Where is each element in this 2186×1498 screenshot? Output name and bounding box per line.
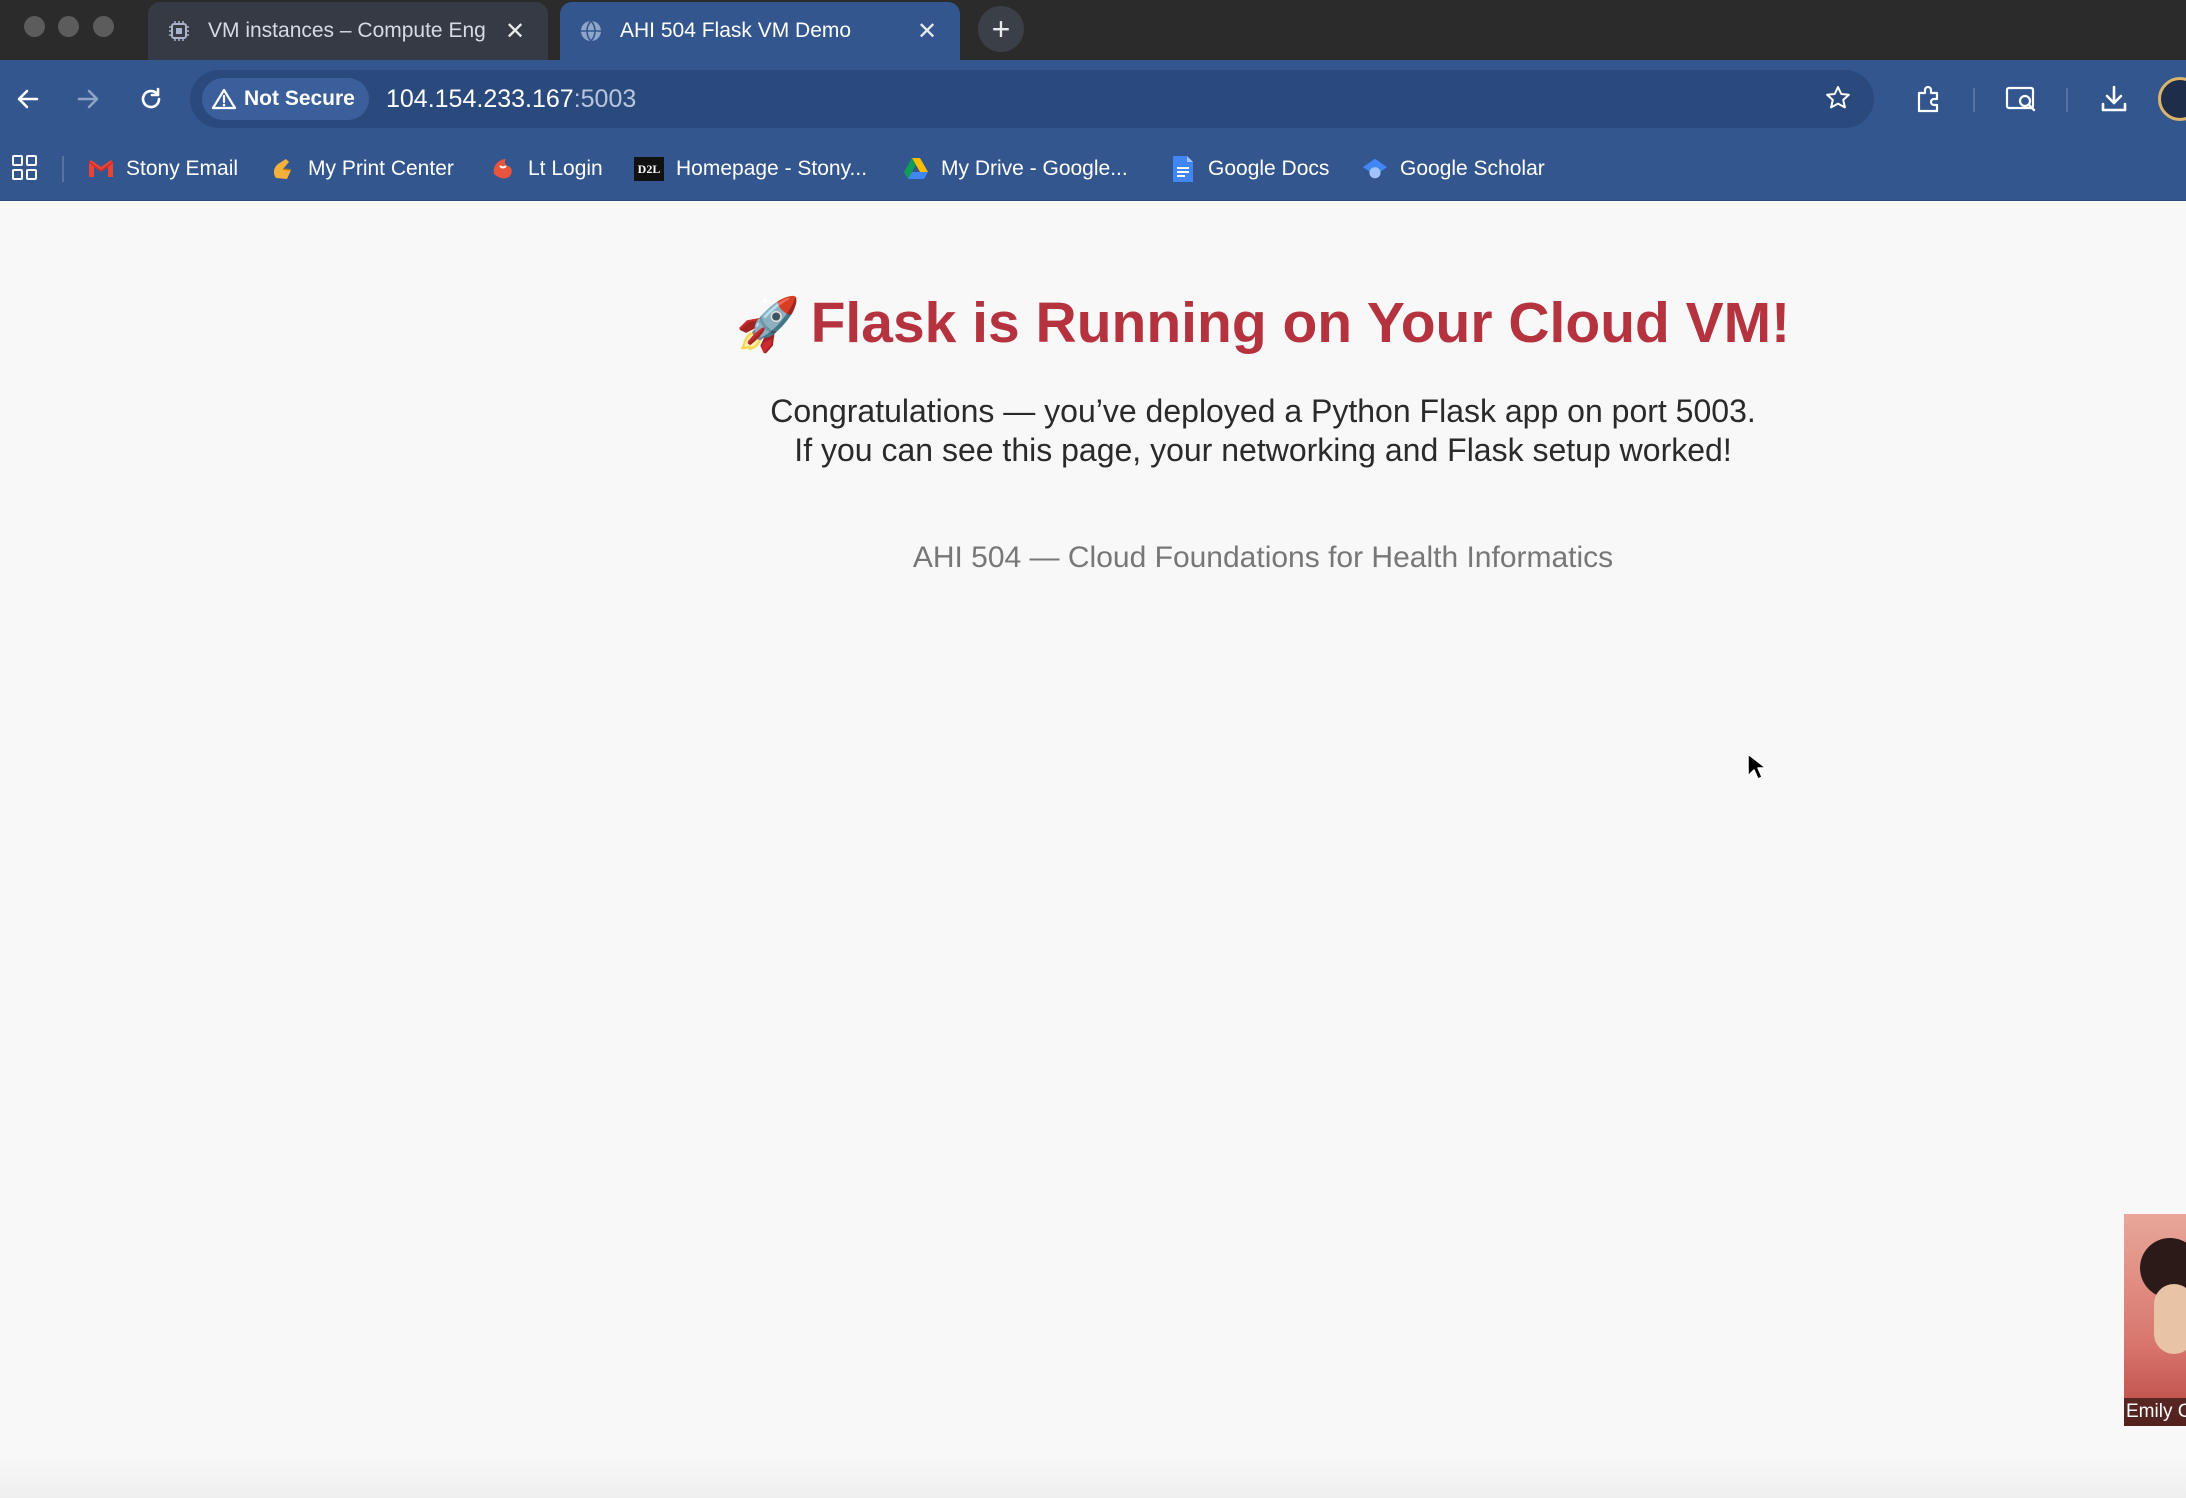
webcam-face (2154, 1284, 2186, 1354)
bookmark-my-print-center[interactable]: My Print Center (270, 151, 454, 187)
security-label: Not Secure (244, 87, 355, 110)
url-port: :5003 (573, 85, 637, 113)
bookmark-label: Google Scholar (1400, 157, 1545, 180)
rocket-icon: 🚀 (735, 296, 801, 354)
bookmark-google-docs[interactable]: Google Docs (1170, 151, 1329, 187)
lt-login-icon (490, 156, 516, 182)
bookmarks-bar: Stony Email My Print Center Lt Login D2L… (0, 138, 2186, 201)
google-drive-icon (903, 156, 929, 182)
back-button[interactable] (8, 79, 48, 119)
mouse-cursor-icon (1746, 752, 1768, 787)
tab-strip: VM instances – Compute Eng ✕ AHI 504 Fla… (0, 0, 2186, 60)
forward-button[interactable] (68, 79, 108, 119)
bookmark-label: Lt Login (528, 157, 603, 180)
reload-icon (141, 87, 161, 109)
back-arrow-icon (17, 89, 39, 109)
congrats-line-2: If you can see this page, your networkin… (794, 432, 1732, 468)
bookmark-stony-email[interactable]: Stony Email (88, 151, 238, 187)
compute-engine-icon (166, 18, 192, 44)
page-heading-text: Flask is Running on Your Cloud VM! (810, 291, 1791, 355)
bookmark-my-drive[interactable]: My Drive - Google... (903, 151, 1128, 187)
close-tab-icon[interactable]: ✕ (912, 16, 942, 46)
download-icon[interactable] (2094, 79, 2134, 119)
webcam-thumbnail[interactable]: Emily C (2124, 1214, 2186, 1426)
forward-arrow-icon (77, 89, 99, 109)
url-host: 104.154.233.167 (386, 85, 574, 113)
congrats-message: Congratulations — you’ve deployed a Pyth… (0, 392, 2186, 470)
address-bar[interactable]: Not Secure 104.154.233.167:5003 (190, 70, 1874, 128)
page-bottom-edge (0, 1455, 2186, 1498)
participant-name: Emily C (2124, 1398, 2186, 1426)
tab-flask-demo[interactable]: AHI 504 Flask VM Demo ✕ (560, 2, 960, 60)
close-window-button[interactable] (24, 16, 45, 37)
bookmark-label: My Drive - Google... (941, 157, 1128, 180)
globe-icon (578, 18, 604, 44)
gmail-icon (88, 156, 114, 182)
print-center-icon (270, 156, 296, 182)
cast-search-icon[interactable] (2001, 79, 2041, 119)
toolbar-divider (1973, 88, 1975, 112)
url-text[interactable]: 104.154.233.167:5003 (386, 85, 636, 114)
reload-button[interactable] (131, 79, 171, 119)
tab-vm-instances[interactable]: VM instances – Compute Eng ✕ (148, 2, 548, 60)
bookmark-google-scholar[interactable]: Google Scholar (1362, 151, 1545, 187)
minimize-window-button[interactable] (58, 16, 79, 37)
toolbar-divider (2066, 88, 2068, 112)
extensions-icon[interactable] (1909, 79, 1949, 119)
page-title: 🚀 Flask is Running on Your Cloud VM! (0, 290, 2186, 356)
bookmark-homepage-stony[interactable]: D2L Homepage - Stony... (634, 151, 867, 187)
bookmark-lt-login[interactable]: Lt Login (490, 151, 603, 187)
course-footer: AHI 504 — Cloud Foundations for Health I… (912, 541, 1614, 574)
new-tab-button[interactable]: + (978, 6, 1024, 52)
maximize-window-button[interactable] (93, 16, 114, 37)
tab-title: VM instances – Compute Eng (208, 19, 486, 42)
bookmark-label: Google Docs (1208, 157, 1330, 180)
d2l-icon: D2L (634, 157, 664, 181)
google-docs-icon (1170, 156, 1196, 182)
congrats-line-1: Congratulations — you’ve deployed a Pyth… (770, 393, 1756, 429)
google-scholar-icon (1362, 156, 1388, 182)
warning-icon (212, 88, 236, 110)
apps-grid-icon[interactable] (10, 153, 40, 183)
tab-title: AHI 504 Flask VM Demo (620, 19, 852, 42)
security-indicator[interactable]: Not Secure (202, 78, 369, 120)
bookmark-label: Homepage - Stony... (676, 157, 868, 180)
bookmark-label: Stony Email (126, 157, 239, 180)
profile-avatar[interactable] (2158, 77, 2186, 121)
bookmarks-divider (62, 156, 64, 182)
browser-toolbar: Not Secure 104.154.233.167:5003 (0, 60, 2186, 138)
bookmark-label: My Print Center (308, 157, 454, 180)
close-tab-icon[interactable]: ✕ (500, 16, 530, 46)
bookmark-star-icon[interactable] (1824, 84, 1852, 117)
